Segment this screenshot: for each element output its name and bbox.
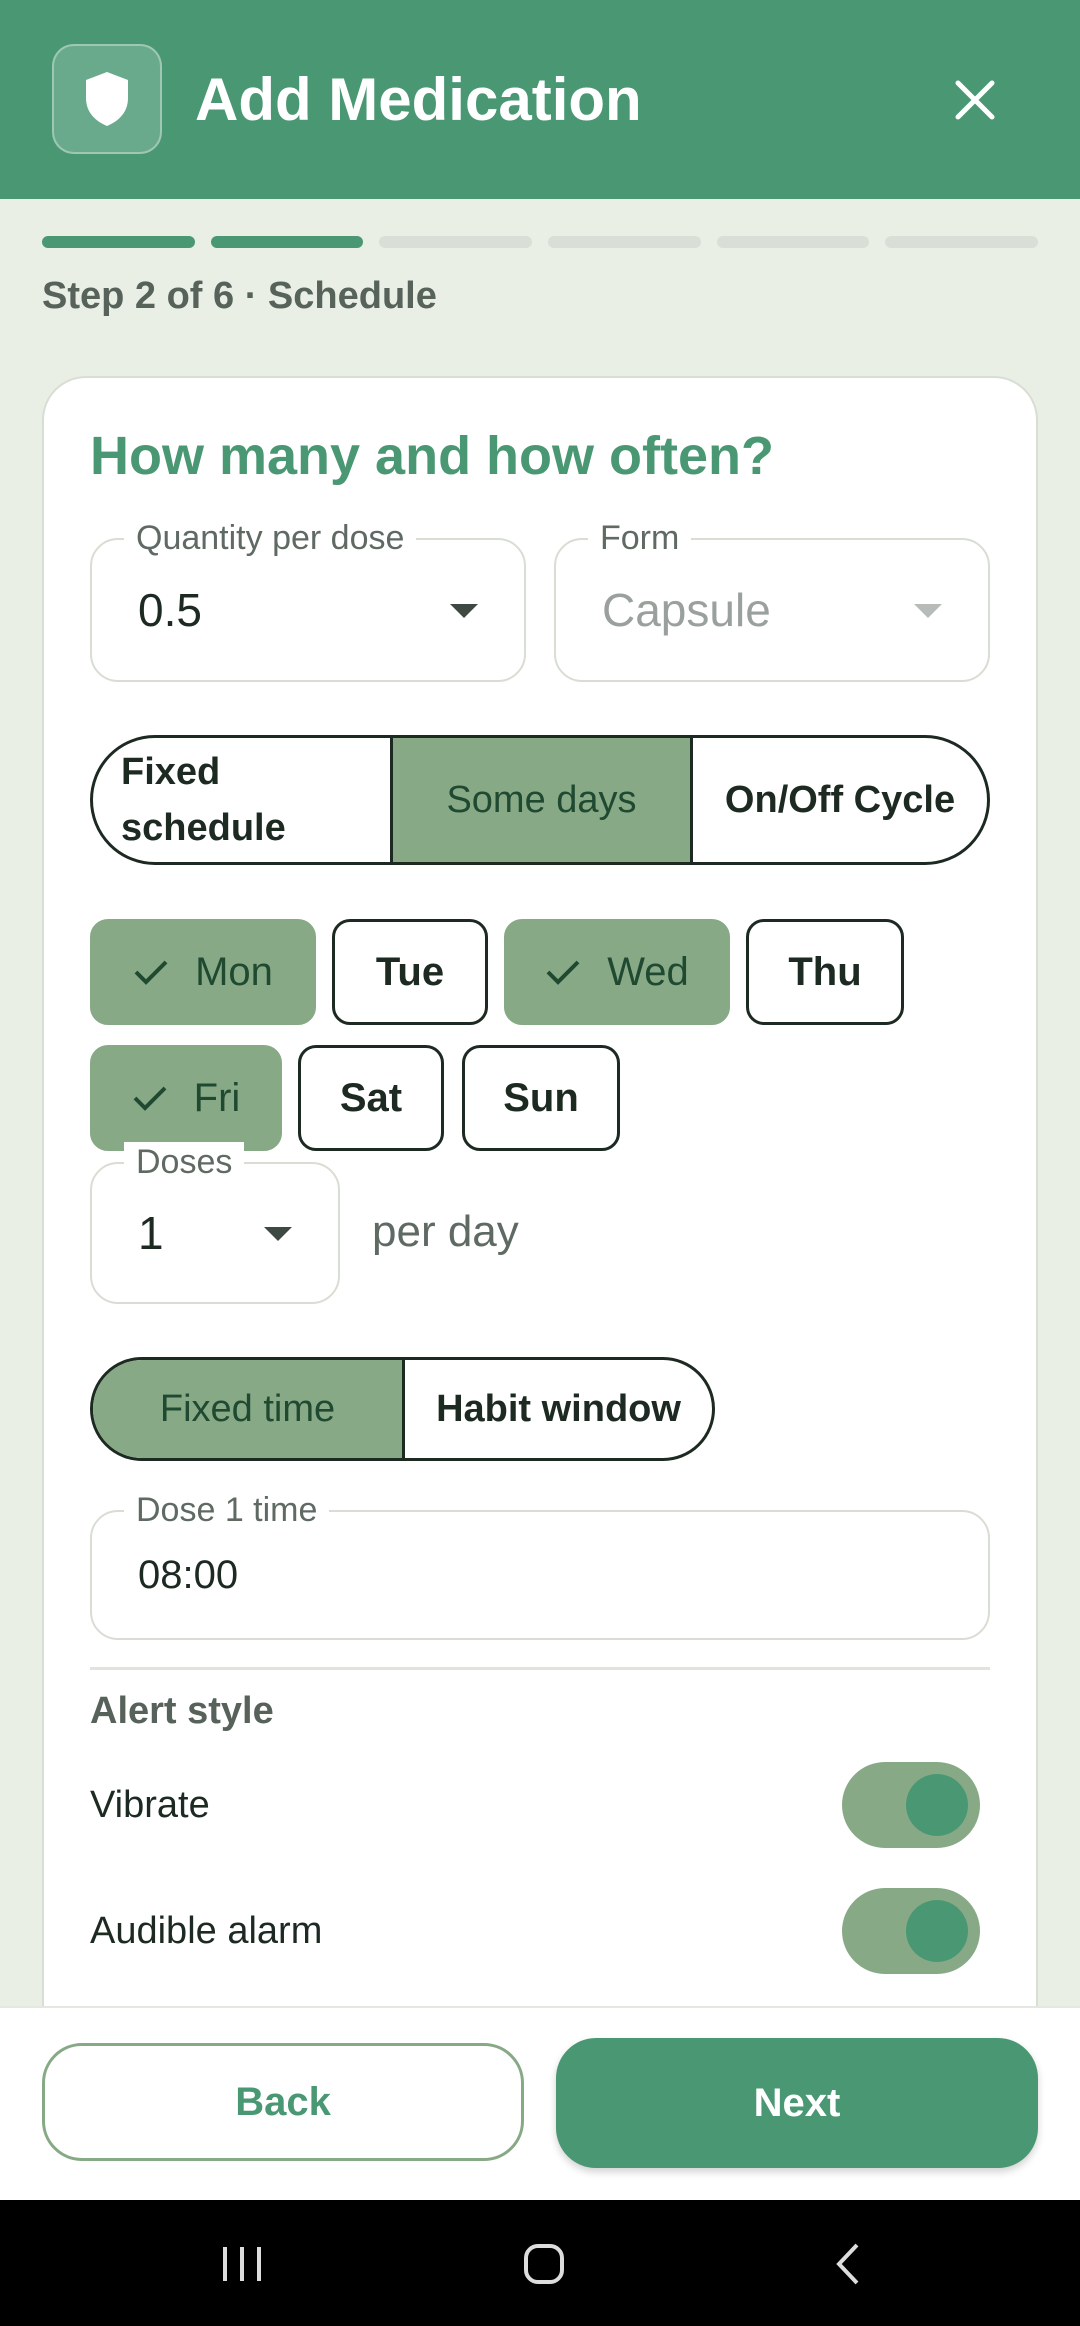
recent-apps-icon[interactable] xyxy=(212,2234,272,2294)
schedule-type-selector: Fixed schedule Some days On/Off Cycle xyxy=(90,735,990,865)
progress-segment xyxy=(716,236,870,248)
dose-time-input[interactable]: Dose 1 time 08:00 xyxy=(90,1490,990,1640)
shield-icon xyxy=(52,44,162,154)
chevron-down-icon xyxy=(450,604,478,618)
progress-segment xyxy=(210,236,364,248)
progress-segment xyxy=(42,236,195,248)
day-label: Wed xyxy=(607,949,689,994)
schedule-option-label: Some days xyxy=(446,778,637,821)
day-chip-sat[interactable]: Sat xyxy=(298,1045,444,1151)
quantity-value: 0.5 xyxy=(138,584,202,636)
day-chip-fri[interactable]: Fri xyxy=(90,1045,282,1151)
day-label: Tue xyxy=(375,949,445,994)
home-icon[interactable] xyxy=(514,2234,574,2294)
step-progress xyxy=(42,236,1039,248)
close-icon[interactable] xyxy=(940,60,1010,140)
time-mode-label: Fixed time xyxy=(159,1387,336,1430)
day-chip-thu[interactable]: Thu xyxy=(746,919,904,1025)
next-button[interactable]: Next xyxy=(556,2038,1038,2168)
progress-segment xyxy=(885,236,1039,248)
day-label: Thu xyxy=(788,949,862,994)
quantity-dropdown[interactable]: Quantity per dose 0.5 xyxy=(90,518,526,682)
time-mode-selector: Fixed time Habit window xyxy=(90,1357,715,1461)
alert-style-heading: Alert style xyxy=(90,1690,274,1732)
doses-value: 1 xyxy=(138,1207,164,1259)
day-chip-wed[interactable]: Wed xyxy=(504,919,730,1025)
schedule-option-label: Fixed schedule xyxy=(121,751,286,849)
vibrate-toggle[interactable] xyxy=(842,1762,980,1848)
divider xyxy=(90,1667,990,1670)
toggle-knob xyxy=(906,1900,968,1962)
chevron-down-icon xyxy=(914,604,942,618)
vibrate-label: Vibrate xyxy=(90,1784,210,1826)
time-mode-fixed[interactable]: Fixed time xyxy=(93,1360,405,1458)
schedule-option-label: On/Off Cycle xyxy=(724,778,956,821)
schedule-option-some-days[interactable]: Some days xyxy=(393,738,693,862)
per-day-label: per day xyxy=(372,1207,519,1256)
form-value: Capsule xyxy=(602,584,771,636)
form-dropdown[interactable]: Form Capsule xyxy=(554,518,990,682)
audible-alarm-toggle[interactable] xyxy=(842,1888,980,1974)
page-title: Add Medication xyxy=(195,66,642,133)
time-mode-habit[interactable]: Habit window xyxy=(405,1360,712,1458)
schedule-option-cycle[interactable]: On/Off Cycle xyxy=(693,738,987,862)
app-header: Add Medication xyxy=(0,0,1080,199)
dose-time-value: 08:00 xyxy=(138,1552,239,1597)
day-label: Sat xyxy=(339,1075,403,1120)
day-chip-mon[interactable]: Mon xyxy=(90,919,316,1025)
check-icon xyxy=(133,958,169,986)
progress-segment xyxy=(548,236,701,248)
time-mode-label: Habit window xyxy=(436,1387,681,1430)
day-label: Fri xyxy=(193,1075,241,1120)
step-label: Step 2 of 6 · Schedule xyxy=(42,275,437,317)
progress-segment xyxy=(379,236,533,248)
back-button[interactable]: Back xyxy=(42,2043,524,2161)
system-nav-bar xyxy=(0,2200,1080,2326)
day-chip-tue[interactable]: Tue xyxy=(332,919,488,1025)
schedule-option-fixed[interactable]: Fixed schedule xyxy=(93,738,393,862)
day-label: Sun xyxy=(503,1075,579,1120)
day-chip-sun[interactable]: Sun xyxy=(462,1045,620,1151)
doses-dropdown[interactable]: Doses 1 xyxy=(90,1142,340,1304)
check-icon xyxy=(545,958,581,986)
check-icon xyxy=(132,1084,168,1112)
audible-alarm-label: Audible alarm xyxy=(90,1910,323,1952)
chevron-down-icon xyxy=(264,1227,292,1241)
day-label: Mon xyxy=(195,949,273,994)
card-title: How many and how often? xyxy=(90,426,774,486)
back-nav-icon[interactable] xyxy=(818,2234,878,2294)
toggle-knob xyxy=(906,1774,968,1836)
